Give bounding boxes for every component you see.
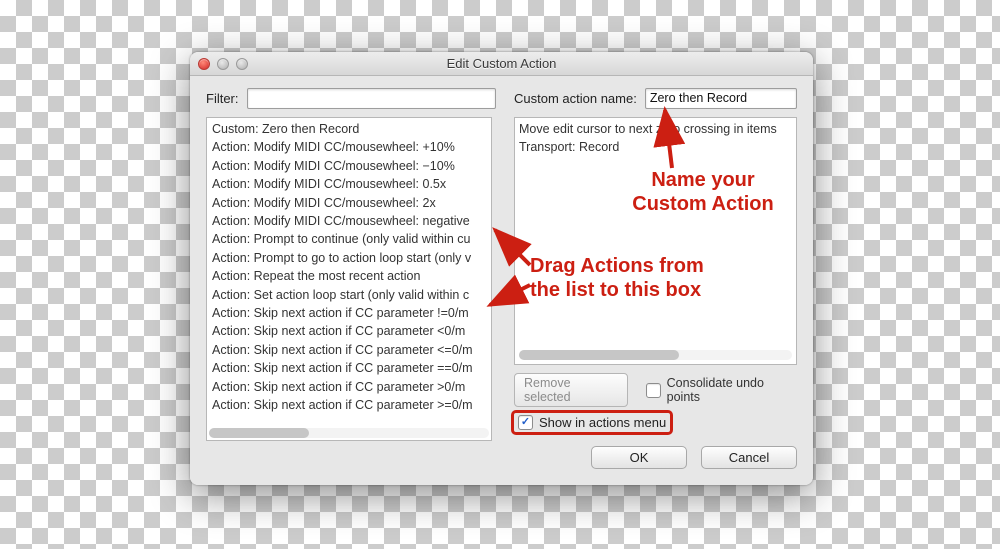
list-item[interactable]: Action: Modify MIDI CC/mousewheel: 2x [208,194,490,212]
list-item[interactable]: Action: Modify MIDI CC/mousewheel: −10% [208,157,490,175]
minimize-icon[interactable] [217,58,229,70]
list-item[interactable]: Action: Modify MIDI CC/mousewheel: negat… [208,212,490,230]
show-in-actions-menu-label: Show in actions menu [539,415,666,430]
sequence-hscroll[interactable] [519,350,792,360]
scrollbar-thumb[interactable] [519,350,679,360]
filter-label: Filter: [206,91,239,106]
list-item[interactable]: Transport: Record [519,138,792,156]
list-item[interactable]: Action: Prompt to continue (only valid w… [208,230,490,248]
list-item[interactable]: Action: Skip next action if CC parameter… [208,304,490,322]
filter-input[interactable] [247,88,497,109]
custom-action-name-label: Custom action name: [514,91,637,106]
cancel-button[interactable]: Cancel [701,446,797,469]
list-item[interactable]: Action: Prompt to go to action loop star… [208,249,490,267]
list-item[interactable]: Action: Skip next action if CC parameter… [208,322,490,340]
actions-list-hscroll[interactable] [209,428,489,438]
show-in-actions-menu-checkbox[interactable]: ✓ Show in actions menu [514,413,670,432]
window-title: Edit Custom Action [190,56,813,71]
list-item[interactable]: Action: Skip next action if CC parameter… [208,396,490,414]
custom-action-name-input[interactable]: Zero then Record [645,88,797,109]
titlebar[interactable]: Edit Custom Action [190,52,813,76]
consolidate-undo-label: Consolidate undo points [667,376,797,404]
consolidate-undo-checkbox[interactable]: Consolidate undo points [646,376,797,404]
right-pane: Custom action name: Zero then Record Mov… [514,88,797,469]
list-item[interactable]: Action: Modify MIDI CC/mousewheel: +10% [208,138,490,156]
actions-list[interactable]: Custom: Zero then Record Action: Modify … [206,117,492,441]
list-item[interactable]: Move edit cursor to next zero crossing i… [519,120,792,138]
list-item[interactable]: Action: Skip next action if CC parameter… [208,341,490,359]
edit-custom-action-window: Edit Custom Action Filter: Custom: Zero … [190,52,813,485]
list-item[interactable]: Action: Skip next action if CC parameter… [208,378,490,396]
list-item[interactable]: Action: Modify MIDI CC/mousewheel: 0.5x [208,175,490,193]
remove-selected-button[interactable]: Remove selected [514,373,628,407]
ok-button[interactable]: OK [591,446,687,469]
checkbox-icon[interactable] [646,383,661,398]
list-item[interactable]: Action: Set action loop start (only vali… [208,286,490,304]
list-item[interactable]: Action: Repeat the most recent action [208,267,490,285]
scrollbar-thumb[interactable] [209,428,309,438]
zoom-icon[interactable] [236,58,248,70]
close-icon[interactable] [198,58,210,70]
action-sequence-box[interactable]: Move edit cursor to next zero crossing i… [514,117,797,365]
checkbox-icon[interactable]: ✓ [518,415,533,430]
list-item[interactable]: Action: Skip next action if CC parameter… [208,359,490,377]
list-item[interactable]: Custom: Zero then Record [208,120,490,138]
left-pane: Filter: Custom: Zero then Record Action:… [206,88,496,469]
